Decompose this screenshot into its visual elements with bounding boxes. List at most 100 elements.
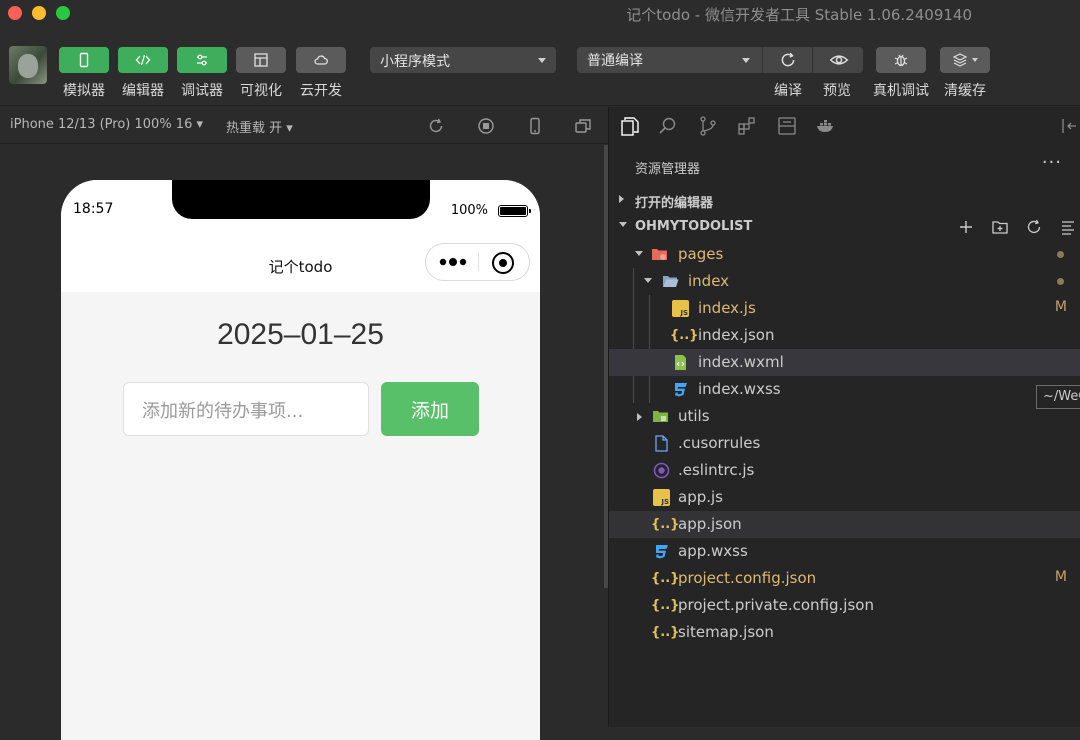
- chevron-down-icon: [538, 58, 546, 63]
- sliders-icon: [197, 54, 207, 66]
- eslint-icon: [653, 462, 670, 479]
- more-actions-icon[interactable]: ···: [1042, 152, 1062, 173]
- phone-simulator: 18:57 100% 记个todo 2025–01–25 添加新的待办事项...…: [61, 180, 540, 740]
- folder-open-icon: [663, 276, 679, 287]
- project-name: OHMYTODOLIST: [635, 219, 753, 234]
- open-editors-section[interactable]: 打开的编辑器: [609, 187, 1080, 213]
- status-battery-text: 100%: [450, 203, 488, 218]
- files-icon[interactable]: [619, 115, 641, 137]
- tree-item-index-js[interactable]: index.js M: [609, 295, 1080, 322]
- add-todo-button[interactable]: 添加: [381, 382, 479, 436]
- css-file-icon: [675, 383, 687, 397]
- stop-icon[interactable]: [476, 116, 496, 136]
- json-file-icon: {..}: [651, 598, 680, 613]
- project-section[interactable]: OHMYTODOLIST: [609, 214, 1080, 240]
- window-title: 记个todo - 微信开发者工具 Stable 1.06.2409140: [626, 6, 972, 24]
- compile-select[interactable]: 普通编译: [577, 47, 763, 73]
- hot-reload-toggle[interactable]: 热重载 开 ▾: [226, 117, 293, 136]
- tree-item-label: app.wxss: [678, 542, 748, 560]
- tree-item-index-folder[interactable]: index: [609, 268, 1080, 295]
- compile-group: 普通编译: [577, 47, 863, 73]
- layers-icon: [952, 53, 968, 67]
- tree-item-project-config[interactable]: {..} project.config.json M: [609, 565, 1080, 592]
- new-folder-icon[interactable]: [991, 218, 1009, 236]
- tree-item-pages[interactable]: pages: [609, 241, 1080, 268]
- tree-item-index-json[interactable]: {..} index.json: [609, 322, 1080, 349]
- folder-pages-icon: [652, 249, 667, 260]
- js-file-icon: [672, 300, 689, 317]
- chevron-down-icon: [742, 58, 750, 63]
- cloud-dev-button[interactable]: [296, 47, 346, 73]
- tree-item-label: .cusorrules: [678, 434, 761, 452]
- modified-dot: [1057, 278, 1064, 285]
- refresh-icon: [781, 52, 795, 67]
- phone-header: 18:57 100% 记个todo: [61, 180, 540, 292]
- debugger-label: 调试器: [181, 83, 223, 99]
- tree-item-label: sitemap.json: [678, 623, 774, 641]
- tree-item-eslintrc[interactable]: .eslintrc.js: [609, 457, 1080, 484]
- tree-item-sitemap[interactable]: {..} sitemap.json: [609, 619, 1080, 646]
- tree-item-label: index.json: [698, 326, 775, 344]
- mode-select-value: 小程序模式: [380, 54, 450, 70]
- simulator-label: 模拟器: [63, 83, 105, 99]
- compile-select-value: 普通编译: [587, 53, 643, 69]
- debugger-toggle-button[interactable]: [177, 47, 227, 73]
- avatar[interactable]: [9, 46, 47, 84]
- device-debug-button[interactable]: [876, 47, 926, 73]
- minimize-window-button[interactable]: [32, 6, 46, 20]
- todo-input[interactable]: 添加新的待办事项...: [123, 382, 369, 436]
- json-file-icon: {..}: [670, 328, 699, 343]
- compile-label: 编译: [774, 83, 802, 99]
- collapse-all-icon[interactable]: [1059, 218, 1077, 236]
- tree-item-label: index.wxml: [698, 353, 784, 371]
- storage-icon[interactable]: [776, 115, 798, 137]
- date-heading: 2025–01–25: [217, 318, 384, 351]
- tree-item-index-wxss[interactable]: index.wxss: [609, 376, 1080, 403]
- device-select[interactable]: iPhone 12/13 (Pro) 100% 16 ▾: [10, 117, 203, 132]
- clear-cache-button[interactable]: [940, 47, 990, 73]
- more-dots-icon[interactable]: [438, 257, 468, 267]
- tree-item-app-js[interactable]: app.js: [609, 484, 1080, 511]
- tree-item-index-wxml[interactable]: index.wxml: [609, 349, 1080, 376]
- preview-button[interactable]: [814, 47, 863, 73]
- phone-icon[interactable]: [525, 116, 545, 136]
- rotate-icon[interactable]: [426, 116, 446, 136]
- capsule-divider: [478, 253, 479, 271]
- close-target-icon[interactable]: [492, 252, 514, 274]
- collapse-panel-icon[interactable]: [1059, 115, 1080, 137]
- cloud-dev-label: 云开发: [300, 83, 342, 99]
- visual-toggle-button[interactable]: [236, 47, 286, 73]
- detach-window-icon[interactable]: [573, 116, 593, 136]
- tree-item-cusorrules[interactable]: .cusorrules: [609, 430, 1080, 457]
- tree-item-project-private-config[interactable]: {..} project.private.config.json: [609, 592, 1080, 619]
- simulator-toggle-button[interactable]: [59, 47, 109, 73]
- wxml-file-icon: [675, 355, 686, 370]
- search-icon[interactable]: [657, 115, 679, 137]
- maximize-window-button[interactable]: [56, 6, 70, 20]
- tree-item-label: index.js: [698, 299, 756, 317]
- refresh-explorer-icon[interactable]: [1025, 218, 1043, 236]
- new-file-icon[interactable]: [957, 218, 975, 236]
- modified-status: M: [1054, 299, 1067, 315]
- chevron-down-icon: [635, 251, 643, 256]
- layout-icon: [254, 53, 268, 67]
- file-icon: [655, 435, 668, 452]
- extensions-icon[interactable]: [736, 115, 758, 137]
- clear-cache-label: 清缓存: [944, 83, 986, 99]
- tree-item-app-wxss[interactable]: app.wxss: [609, 538, 1080, 565]
- tree-item-app-json[interactable]: {..} app.json: [609, 511, 1080, 538]
- editor-toggle-button[interactable]: [118, 47, 168, 73]
- mode-select[interactable]: 小程序模式: [370, 47, 556, 73]
- js-file-icon: [653, 489, 670, 506]
- source-control-icon[interactable]: [697, 115, 719, 137]
- json-file-icon: {..}: [651, 571, 680, 586]
- battery-icon: [498, 205, 531, 217]
- explorer-panel: 资源管理器 ··· 打开的编辑器 OHMYTODOLIST pages inde…: [608, 107, 1080, 727]
- close-window-button[interactable]: [8, 6, 22, 20]
- json-file-icon: {..}: [651, 517, 680, 532]
- chevron-down-icon: [619, 222, 627, 227]
- eye-icon: [829, 55, 848, 65]
- docker-icon[interactable]: [815, 115, 837, 137]
- tree-item-utils[interactable]: utils: [609, 403, 1080, 430]
- compile-button[interactable]: [764, 47, 813, 73]
